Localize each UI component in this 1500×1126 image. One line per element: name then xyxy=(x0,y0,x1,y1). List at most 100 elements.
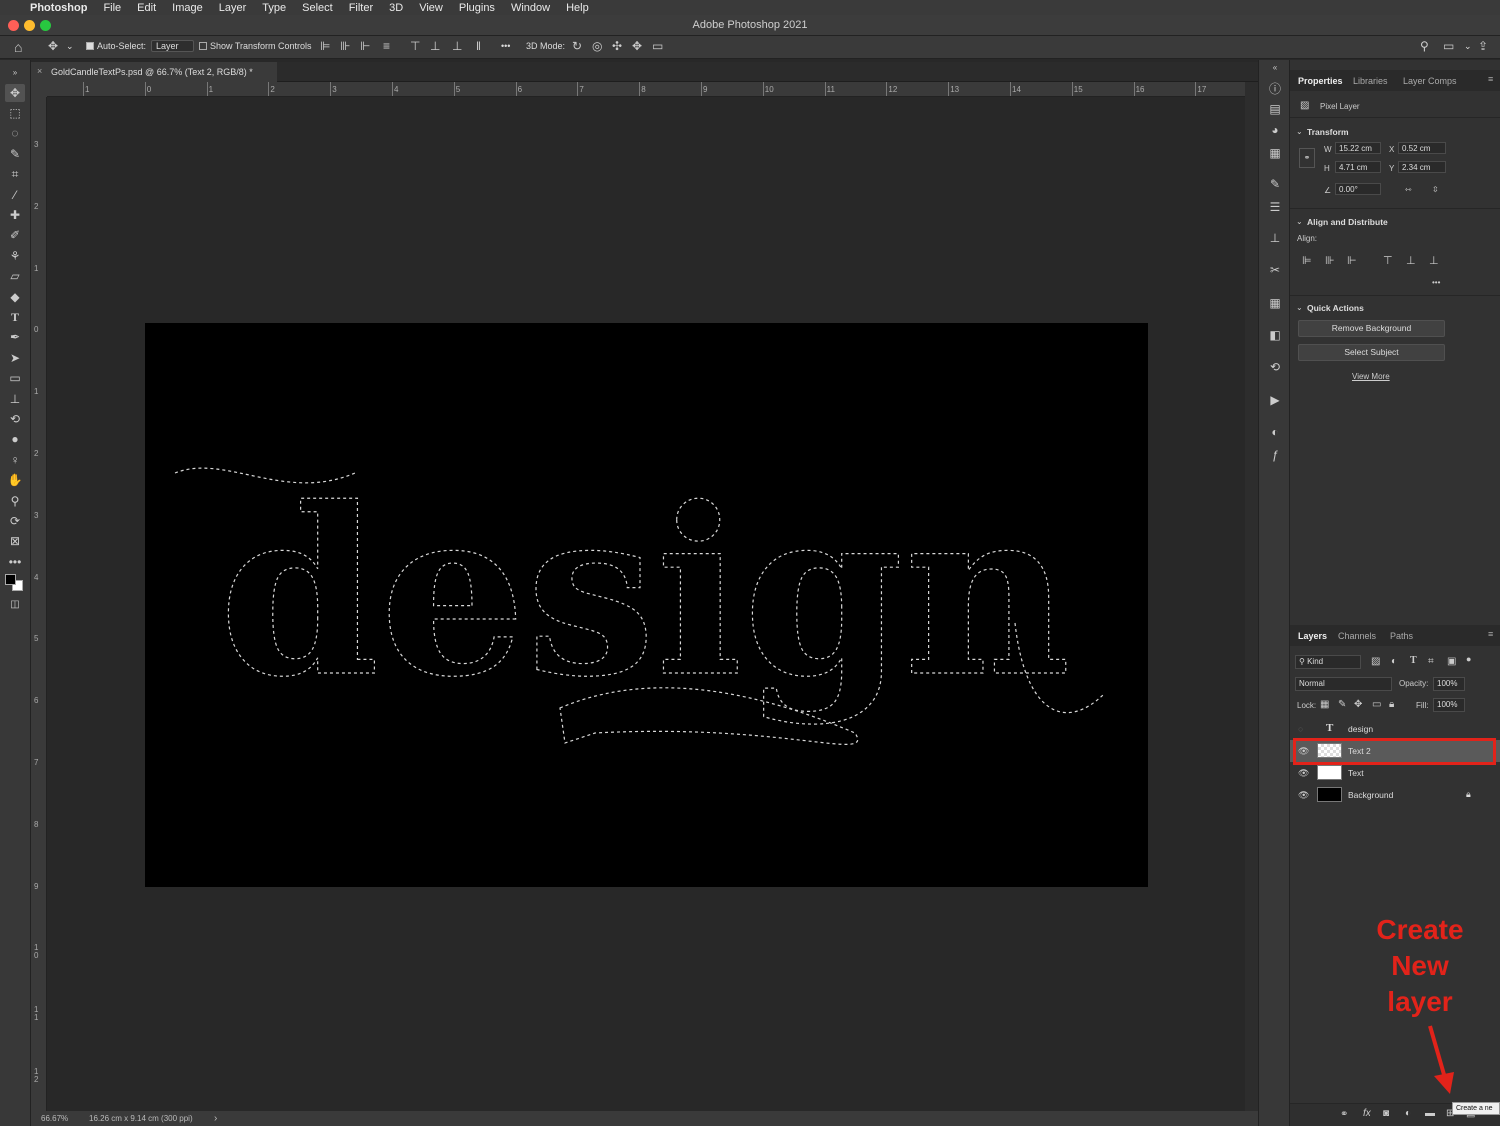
hand-tool-icon[interactable]: ✋ xyxy=(5,471,25,489)
vertical-ruler[interactable]: 32101234567891 01 11 2 xyxy=(31,97,47,1111)
search-icon[interactable]: ⚲ xyxy=(1420,39,1429,53)
align-more-icon[interactable]: ••• xyxy=(1432,278,1440,287)
align-horizontal-centers-icon[interactable]: ⊪ xyxy=(1325,254,1335,267)
clone-stamp-tool-icon[interactable]: ⚘ xyxy=(5,247,25,265)
lock-artboard-icon[interactable]: ▭ xyxy=(1372,699,1381,710)
angle-field[interactable]: 0.00° xyxy=(1335,183,1381,195)
menu-file[interactable]: File xyxy=(103,2,121,14)
app-menu[interactable]: Photoshop xyxy=(30,2,87,14)
align-bottom-icon[interactable]: ⊥ xyxy=(452,39,462,53)
layer-row-text[interactable]: 👁︎ Text xyxy=(1290,762,1500,784)
align-top-edges-icon[interactable]: ⊤ xyxy=(1383,254,1393,267)
align-top-icon[interactable]: ⊤ xyxy=(410,39,420,53)
visibility-toggle-icon[interactable]: ○ xyxy=(1298,724,1303,734)
info-icon[interactable]: ⓘ xyxy=(1266,80,1284,96)
fill-field[interactable]: 100% xyxy=(1433,698,1465,712)
menu-filter[interactable]: Filter xyxy=(349,2,373,14)
auto-select-dropdown[interactable]: Layer xyxy=(151,40,194,52)
x-field[interactable]: 0.52 cm xyxy=(1398,142,1446,154)
filter-smart-object-icon[interactable]: ▣ xyxy=(1447,656,1456,667)
styles-fx-icon[interactable]: ƒ xyxy=(1266,448,1284,464)
y-field[interactable]: 2.34 cm xyxy=(1398,161,1446,173)
blur-tool-icon[interactable]: ● xyxy=(5,430,25,448)
more-options-icon[interactable]: ••• xyxy=(501,41,510,51)
document-tab[interactable]: × GoldCandleTextPs.psd @ 66.7% (Text 2, … xyxy=(31,62,277,82)
roll-3d-icon[interactable]: ◎ xyxy=(592,39,602,53)
history-icon[interactable]: ⟲ xyxy=(1266,360,1284,376)
properties-menu-icon[interactable]: ≡ xyxy=(1488,74,1493,84)
menu-image[interactable]: Image xyxy=(172,2,203,14)
menu-edit[interactable]: Edit xyxy=(137,2,156,14)
align-chevron-icon[interactable]: ⌄ xyxy=(1296,217,1303,226)
menu-plugins[interactable]: Plugins xyxy=(459,2,495,14)
tab-libraries[interactable]: Libraries xyxy=(1353,76,1388,86)
layer-name[interactable]: design xyxy=(1348,724,1373,734)
status-menu-arrow[interactable]: › xyxy=(214,1113,217,1124)
lasso-tool-icon[interactable]: ◌ xyxy=(5,124,25,142)
home-icon[interactable]: ⌂ xyxy=(14,39,22,55)
filter-toggle-icon[interactable]: ● xyxy=(1466,654,1471,664)
align-right-icon[interactable]: ⊩ xyxy=(360,39,370,53)
camera-3d-icon[interactable]: ▭ xyxy=(652,39,663,53)
link-dimensions-icon[interactable]: ⚭ xyxy=(1299,148,1315,168)
history-brush-tool-icon[interactable]: ⟲ xyxy=(5,410,25,428)
workspace-dropdown-icon[interactable]: ⌄ xyxy=(1464,41,1472,52)
layer-name[interactable]: Text xyxy=(1348,768,1364,778)
brushes-icon[interactable]: ✎ xyxy=(1266,177,1284,193)
align-bottom-edges-icon[interactable]: ⊥ xyxy=(1429,254,1439,267)
menu-window[interactable]: Window xyxy=(511,2,550,14)
brush-tool-icon[interactable]: ✐ xyxy=(5,226,25,244)
distribute-icon[interactable]: ≡ xyxy=(383,39,390,53)
align-left-edges-icon[interactable]: ⊫ xyxy=(1302,254,1312,267)
layer-name[interactable]: Background xyxy=(1348,790,1393,800)
menu-help[interactable]: Help xyxy=(566,2,589,14)
lock-image-icon[interactable]: ✎ xyxy=(1338,699,1346,710)
workspace-icon[interactable]: ▭ xyxy=(1443,39,1454,53)
tool-presets-icon[interactable]: ✂ xyxy=(1266,263,1284,279)
actions-play-icon[interactable]: ▶ xyxy=(1266,393,1284,409)
align-vertical-centers-icon[interactable]: ⊥ xyxy=(1406,254,1416,267)
filter-adjustment-icon[interactable]: ◐ xyxy=(1391,656,1397,667)
tab-layers[interactable]: Layers xyxy=(1298,631,1327,641)
new-adjustment-icon[interactable]: ◐ xyxy=(1405,1108,1411,1119)
remove-background-button[interactable]: Remove Background xyxy=(1298,320,1445,337)
rotate-view-tool-icon[interactable]: ⟳ xyxy=(5,512,25,530)
lock-position-icon[interactable]: ✥ xyxy=(1354,699,1362,710)
tab-layer-comps[interactable]: Layer Comps xyxy=(1403,76,1457,86)
pen-tool-icon[interactable]: ✒ xyxy=(5,328,25,346)
layer-row-design[interactable]: ○ T design xyxy=(1290,718,1500,740)
filter-type-icon[interactable]: T xyxy=(1410,655,1417,666)
channels-icon[interactable]: ◧ xyxy=(1266,328,1284,344)
color-icon[interactable]: ◕ xyxy=(1266,123,1284,139)
eraser-tool-icon[interactable]: ▱ xyxy=(5,267,25,285)
share-icon[interactable]: ⇪ xyxy=(1478,39,1488,53)
healing-brush-tool-icon[interactable]: ✚ xyxy=(5,206,25,224)
dodge-tool-icon[interactable]: ♀ xyxy=(5,451,25,469)
tab-channels[interactable]: Channels xyxy=(1338,631,1376,641)
patterns-icon[interactable]: ▦ xyxy=(1266,146,1284,162)
blend-mode-dropdown[interactable]: Normal xyxy=(1295,677,1392,691)
swatches-icon[interactable]: ▤ xyxy=(1266,102,1284,118)
slide-3d-icon[interactable]: ✥ xyxy=(632,39,642,53)
document-canvas[interactable]: design xyxy=(145,323,1148,887)
table-icon[interactable]: ▦ xyxy=(1266,296,1284,312)
menu-layer[interactable]: Layer xyxy=(219,2,247,14)
marquee-tool-icon[interactable]: ⬚ xyxy=(5,104,25,122)
quick-select-tool-icon[interactable]: ✎ xyxy=(5,145,25,163)
transform-chevron-icon[interactable]: ⌄ xyxy=(1296,127,1303,136)
lock-transparent-icon[interactable]: ▦ xyxy=(1320,699,1329,710)
menu-type[interactable]: Type xyxy=(262,2,286,14)
lock-all-icon[interactable]: 🔒︎ xyxy=(1389,699,1394,710)
width-field[interactable]: 15.22 cm xyxy=(1335,142,1381,154)
crop-tool-icon[interactable]: ⌗ xyxy=(5,165,25,183)
tab-properties[interactable]: Properties xyxy=(1298,76,1343,86)
paint-bucket-tool-icon[interactable]: ◆ xyxy=(5,288,25,306)
horizontal-ruler[interactable]: 1 0 1 2 3 4 5 6 7 8 9 10 11 12 13 14 15 16 17 xyxy=(47,82,1245,97)
drag-3d-icon[interactable]: ✣ xyxy=(612,39,622,53)
menu-select[interactable]: Select xyxy=(302,2,333,14)
eyedropper-tool-icon[interactable]: ⁄ xyxy=(5,186,25,204)
adjustments-icon[interactable]: ☰ xyxy=(1266,200,1284,216)
clone-source-icon[interactable]: ⊥ xyxy=(1266,231,1284,247)
zoom-tool-icon[interactable]: ⚲ xyxy=(5,492,25,510)
opacity-field[interactable]: 100% xyxy=(1433,677,1465,691)
